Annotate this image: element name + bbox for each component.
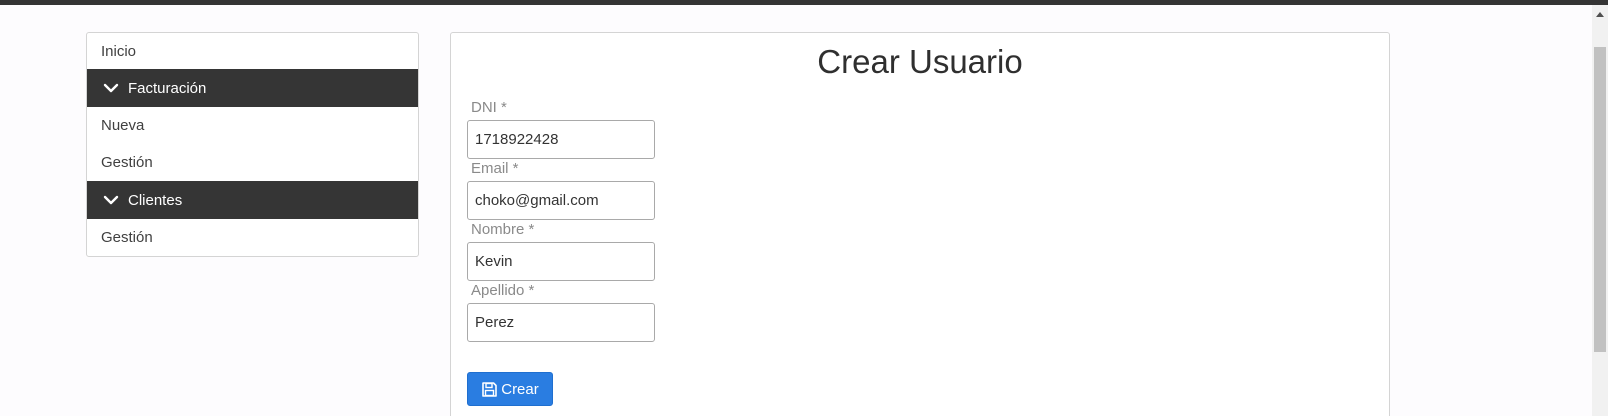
sidebar-item-gestion-facturacion[interactable]: Gestión (87, 144, 418, 181)
window-top-strip (0, 0, 1608, 5)
dni-label: DNI * (471, 99, 507, 116)
dni-field[interactable] (467, 120, 655, 159)
sidebar-item-gestion-clientes[interactable]: Gestión (87, 219, 418, 256)
crear-button-label: Crear (501, 380, 539, 398)
sidebar-item-label: Gestión (101, 229, 153, 246)
floppy-disk-icon (481, 381, 498, 398)
chevron-down-icon (103, 194, 119, 206)
nombre-field[interactable] (467, 242, 655, 281)
sidebar-item-label: Inicio (101, 42, 137, 60)
sidebar-group-facturacion[interactable]: Facturación (87, 69, 418, 107)
email-label: Email * (471, 160, 519, 177)
sidebar-item-label: Nueva (101, 117, 145, 134)
sidebar-group-label: Facturación (128, 79, 207, 97)
apellido-label: Apellido * (471, 282, 535, 299)
page-title: Crear Usuario (817, 43, 1023, 80)
crear-button[interactable]: Crear (467, 372, 553, 406)
sidebar-item-label: Gestión (101, 154, 153, 171)
vertical-scrollbar[interactable] (1592, 5, 1608, 416)
apellido-field[interactable] (467, 303, 655, 342)
scrollbar-thumb[interactable] (1594, 47, 1606, 352)
nombre-label: Nombre * (471, 221, 535, 238)
sidebar-group-clientes[interactable]: Clientes (87, 181, 418, 219)
sidebar-group-label: Clientes (128, 191, 183, 209)
sidebar-item-nueva[interactable]: Nueva (87, 107, 418, 144)
scroll-up-arrow-icon[interactable] (1592, 5, 1608, 23)
sidebar-nav: Inicio Facturación Nueva Gestión Cliente… (86, 32, 419, 257)
sidebar-item-inicio[interactable]: Inicio (87, 33, 418, 69)
chevron-down-icon (103, 82, 119, 94)
email-field[interactable] (467, 181, 655, 220)
create-user-card: Crear Usuario DNI * Email * Nombre * Ape… (450, 32, 1390, 416)
